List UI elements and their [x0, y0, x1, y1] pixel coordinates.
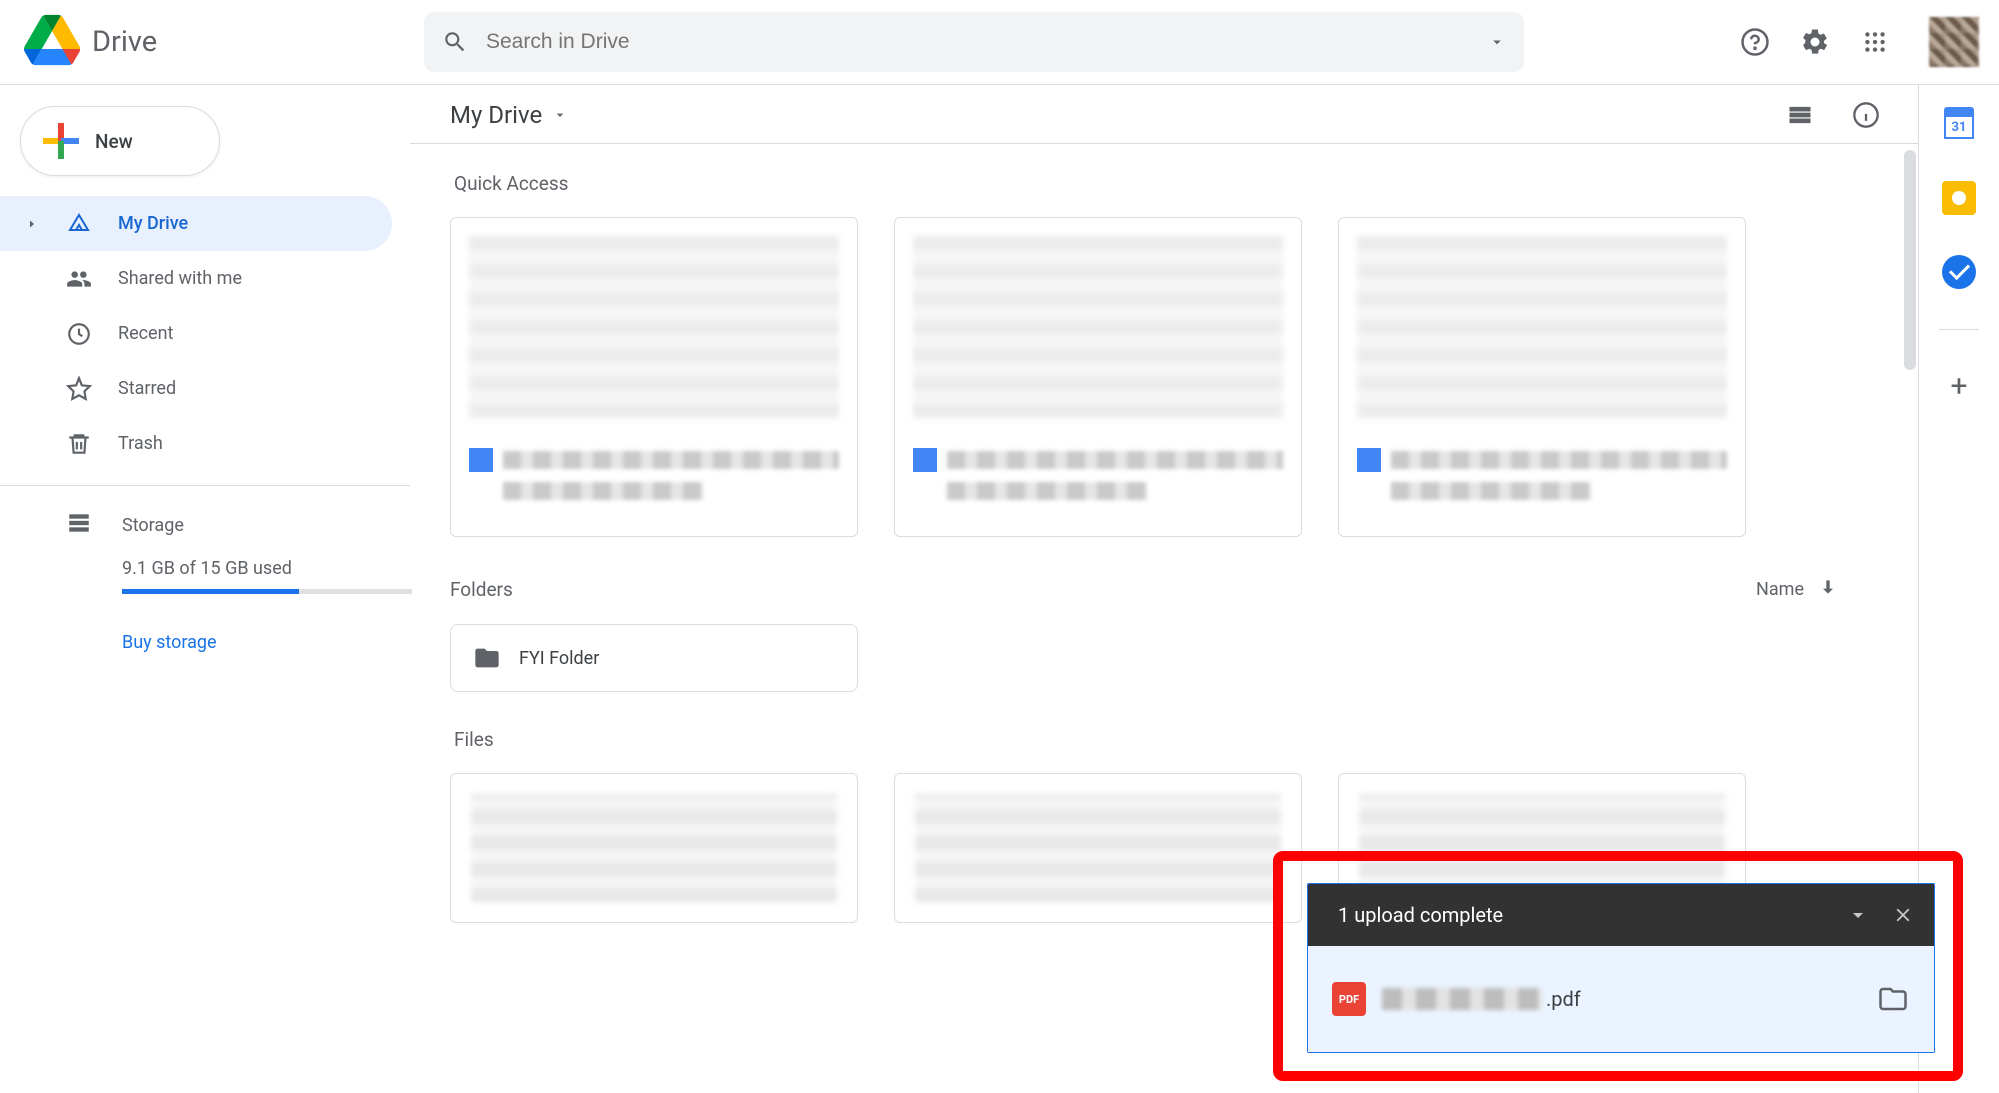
logo[interactable]: Drive [24, 12, 424, 72]
file-card[interactable] [894, 773, 1302, 923]
panel-separator [1939, 329, 1979, 330]
sidebar-item-recent[interactable]: Recent [0, 306, 392, 361]
storage-icon [66, 510, 92, 541]
folder-card[interactable]: FYI Folder [450, 624, 858, 692]
settings-gear-icon[interactable] [1799, 26, 1831, 58]
plus-icon [43, 123, 79, 159]
storage-bar [122, 589, 412, 594]
apps-grid-icon[interactable] [1859, 26, 1891, 58]
quick-access-heading: Quick Access [454, 172, 1878, 195]
locate-folder-icon[interactable] [1878, 984, 1908, 1014]
file-card[interactable] [450, 773, 858, 923]
list-view-icon[interactable] [1784, 99, 1816, 131]
new-button[interactable]: New [20, 106, 220, 176]
sidebar-item-label: Trash [118, 433, 163, 454]
quick-access-row [450, 217, 1878, 537]
shared-icon [66, 266, 92, 292]
sidebar-item-starred[interactable]: Starred [0, 361, 392, 416]
redacted-thumbnail [915, 794, 1281, 902]
quick-access-card[interactable] [894, 217, 1302, 537]
redacted-filename [1382, 988, 1542, 1010]
redacted-thumbnail [913, 236, 1283, 418]
redacted-text [503, 482, 703, 500]
sidebar-item-label: Shared with me [118, 268, 242, 289]
sort-label: Name [1756, 579, 1804, 600]
redacted-text [1391, 482, 1591, 500]
docs-file-icon [469, 448, 493, 472]
docs-file-icon [913, 448, 937, 472]
annotation-highlight: 1 upload complete PDF .pdf [1273, 851, 1963, 1081]
details-info-icon[interactable] [1850, 99, 1882, 131]
close-icon[interactable] [1892, 904, 1914, 926]
add-app-icon[interactable]: + [1942, 370, 1976, 404]
search-icon [442, 29, 468, 55]
sidebar-item-storage[interactable]: Storage [0, 500, 410, 550]
header-actions [1739, 17, 1979, 67]
calendar-app-icon[interactable]: 31 [1942, 107, 1976, 141]
redacted-thumbnail [469, 236, 839, 418]
my-drive-icon [66, 211, 92, 237]
files-heading: Files [454, 728, 1878, 751]
trash-icon [66, 431, 92, 457]
breadcrumb-dropdown-icon [552, 107, 568, 123]
upload-toast: 1 upload complete PDF .pdf [1307, 883, 1935, 1053]
redacted-thumbnail [1357, 236, 1727, 418]
sidebar-item-my-drive[interactable]: My Drive [0, 196, 392, 251]
storage-fill [122, 589, 299, 594]
folder-name: FYI Folder [519, 648, 599, 669]
redacted-text [947, 451, 1283, 469]
new-button-label: New [95, 130, 133, 153]
tasks-app-icon[interactable] [1942, 255, 1976, 289]
drive-logo-icon [24, 12, 80, 72]
product-name: Drive [92, 25, 157, 59]
account-avatar[interactable] [1929, 17, 1979, 67]
breadcrumb[interactable]: My Drive [450, 101, 568, 129]
recent-clock-icon [66, 321, 92, 347]
search-bar[interactable] [424, 12, 1524, 72]
sidebar-item-shared[interactable]: Shared with me [0, 251, 392, 306]
sidebar: New My Drive Shared with me Recent S [0, 85, 410, 1093]
upload-toast-item[interactable]: PDF .pdf [1308, 946, 1934, 1052]
upload-status-text: 1 upload complete [1338, 903, 1503, 927]
redacted-text [1391, 451, 1727, 469]
sidebar-item-label: Recent [118, 323, 173, 344]
redacted-thumbnail [471, 794, 837, 902]
redacted-text [947, 482, 1147, 500]
quick-access-card[interactable] [450, 217, 858, 537]
quick-access-card[interactable] [1338, 217, 1746, 537]
docs-file-icon [1357, 448, 1381, 472]
sidebar-item-label: My Drive [118, 213, 188, 234]
content-header: My Drive [410, 85, 1918, 144]
scrollbar-thumb[interactable] [1904, 150, 1916, 370]
redacted-text [503, 451, 839, 469]
nav: My Drive Shared with me Recent Starred T [0, 196, 410, 471]
storage-label: Storage [122, 515, 184, 536]
upload-toast-header: 1 upload complete [1308, 884, 1934, 946]
sidebar-item-trash[interactable]: Trash [0, 416, 392, 471]
search-options-dropdown-icon[interactable] [1488, 33, 1506, 51]
search-input[interactable] [486, 30, 1488, 54]
sort-button[interactable]: Name [1756, 577, 1838, 602]
buy-storage-link[interactable]: Buy storage [0, 632, 410, 653]
star-icon [66, 376, 92, 402]
expand-chevron-icon[interactable] [26, 218, 40, 230]
collapse-chevron-icon[interactable] [1846, 903, 1870, 927]
app-header: Drive [0, 0, 1999, 85]
breadcrumb-label: My Drive [450, 101, 542, 129]
folder-icon [473, 644, 501, 672]
sidebar-item-label: Starred [118, 378, 176, 399]
help-icon[interactable] [1739, 26, 1771, 58]
file-extension: .pdf [1546, 987, 1581, 1011]
folders-heading: Folders [450, 578, 513, 601]
sort-arrow-icon [1818, 577, 1838, 602]
keep-app-icon[interactable] [1942, 181, 1976, 215]
storage-usage-text: 9.1 GB of 15 GB used [0, 558, 410, 579]
pdf-file-icon: PDF [1332, 982, 1366, 1016]
